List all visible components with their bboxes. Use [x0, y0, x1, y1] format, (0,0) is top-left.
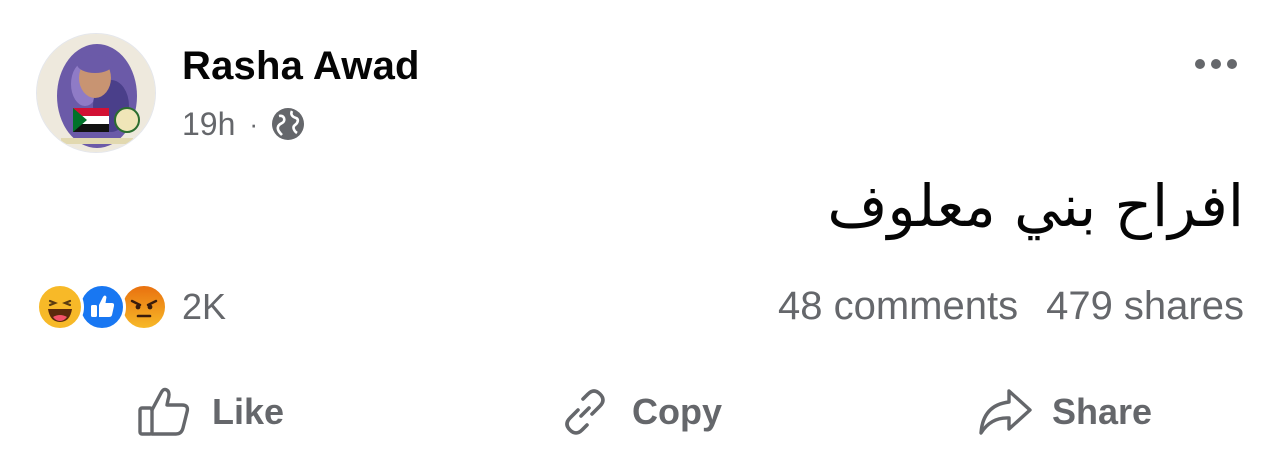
- reaction-count: 2K: [182, 286, 227, 327]
- thumbs-up-icon: [138, 387, 190, 436]
- avatar[interactable]: [36, 33, 156, 153]
- like-button[interactable]: Like: [136, 380, 284, 444]
- more-options-button[interactable]: [1188, 50, 1244, 78]
- post-text: افراح بني معلوف: [827, 172, 1244, 240]
- haha-icon: [36, 283, 84, 331]
- more-dot: [1195, 59, 1205, 69]
- post-card: Rasha Awad 19h · افراح بني معلوف 2K 48 c…: [0, 0, 1284, 469]
- shares-count[interactable]: 479 shares: [1046, 284, 1244, 329]
- more-dot: [1227, 59, 1237, 69]
- post-meta: 19h ·: [182, 104, 306, 144]
- like-label: Like: [212, 391, 285, 432]
- globe-icon: [270, 106, 306, 142]
- reactions-summary[interactable]: 2K: [36, 282, 226, 332]
- meta-separator: ·: [249, 108, 259, 139]
- post-stats: 48 comments 479 shares: [778, 284, 1244, 329]
- copy-button[interactable]: Copy: [556, 380, 722, 444]
- share-button[interactable]: Share: [976, 380, 1152, 444]
- post-time[interactable]: 19h: [182, 106, 235, 143]
- share-arrow-icon: [979, 389, 1032, 435]
- link-icon: [565, 389, 605, 435]
- author-name[interactable]: Rasha Awad: [182, 44, 420, 89]
- comments-count[interactable]: 48 comments: [778, 284, 1018, 329]
- copy-label: Copy: [632, 391, 722, 432]
- angry-icon: [120, 283, 168, 331]
- more-dot: [1211, 59, 1221, 69]
- share-label: Share: [1052, 391, 1153, 432]
- like-icon: [78, 283, 126, 331]
- avatar-image: [37, 34, 155, 152]
